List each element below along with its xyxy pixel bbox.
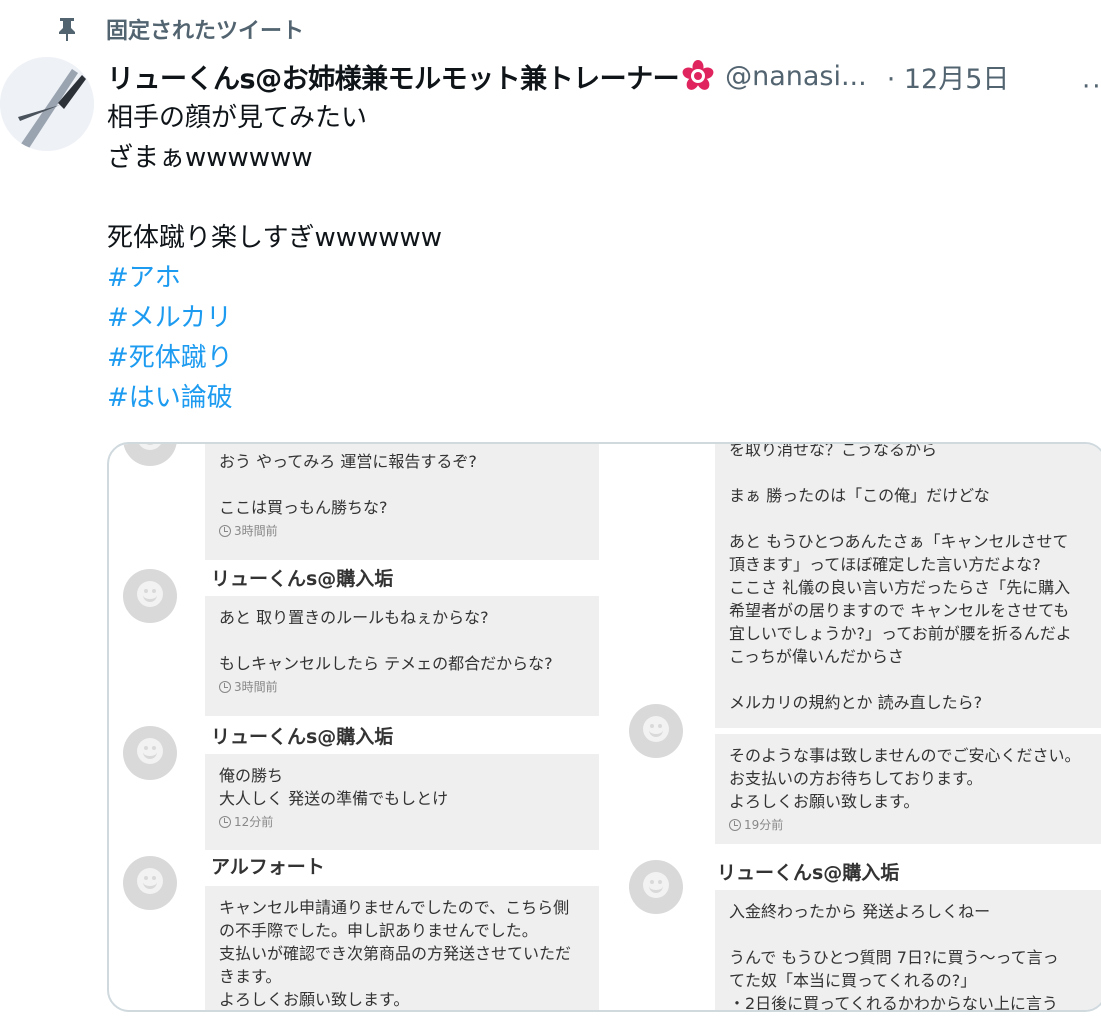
user-avatar (629, 860, 683, 914)
message-line: あと 取り置きのルールもねぇからな? (219, 608, 489, 627)
pinned-label: 固定されたツイート (106, 19, 305, 44)
user-avatar (123, 856, 177, 910)
message-line: おう やってみろ 運営に報告するぞ? (219, 452, 477, 471)
user-avatar (123, 444, 177, 466)
user-avatar (629, 704, 683, 758)
hashtag-link[interactable]: #アホ (107, 263, 181, 293)
message-line: お支払いの方お待ちしております。 (729, 769, 983, 788)
message-bubble: 入金終わったから 発送よろしくねー うんで もうひとつ質問 7日?に買う〜って言… (715, 890, 1101, 1012)
message-bubble: あと 取り置きのルールもねぇからな? もしキャンセルしたら テメェの都合だからな… (205, 596, 599, 716)
cherry-blossom-badge-icon (682, 60, 714, 90)
message-line: そのような事は致しませんのでご安心ください。 (729, 746, 1081, 765)
needle-icon (0, 57, 94, 151)
pin-icon (59, 18, 75, 41)
message-line: メルカリの規約とか 読み直したら? (729, 693, 983, 712)
message-time: 3時間前 (219, 677, 585, 697)
message-line: ここは買っもん勝ちな? (219, 498, 388, 517)
message-line: てた奴「本当に買ってくれるの?」 (729, 971, 977, 990)
message-line: よろしくお願い致します。 (729, 792, 920, 811)
text-line: ざまぁwwwwww (107, 143, 313, 173)
message-line: まぁ 勝ったのは「この俺」だけどな (729, 486, 990, 505)
message-line: ここさ 礼儀の良い言い方だったらさ「先に購入 (729, 578, 1071, 597)
message-time: 3時間前 (219, 521, 585, 541)
message-line: 支払いが確認でき次第商品の方発送させていただ (219, 944, 572, 963)
sender-name: リューくんs@購入垢 (717, 862, 900, 884)
message-line: こっちが偉いんだからさ (729, 647, 904, 666)
message-line: を取り消せな？こうなるから (729, 442, 938, 459)
user-avatar (123, 726, 177, 780)
message-line: きます。 (219, 967, 282, 986)
text-line (107, 178, 1087, 218)
clock-icon (219, 816, 231, 828)
text-line: 死体蹴り楽しすぎwwwwww (107, 223, 443, 253)
message-time: 19分前 (729, 815, 1095, 835)
avatar[interactable] (0, 57, 94, 151)
hashtag-link[interactable]: #メルカリ (107, 303, 232, 333)
more-options-icon[interactable]: ·· (1082, 74, 1101, 100)
message-bubble: そのような事は致しませんのでご安心ください。 お支払いの方お待ちしております。 … (715, 734, 1101, 844)
sender-name: リューくんs@購入垢 (211, 568, 394, 590)
message-line: キャンセル申請通りませんでしたので、こちら側 (219, 898, 570, 917)
sender-name: アルフォート (211, 856, 325, 878)
hashtag-link[interactable]: #死体蹴り (107, 343, 233, 373)
message-line: 頂きます」ってほぼ確定した言い方だよな? (729, 555, 1041, 574)
tweet-text: 相手の顔が見てみたい ざまぁwwwwww 死体蹴り楽しすぎwwwwww #アホ … (107, 98, 1087, 418)
message-line: ・2日後に買ってくれるかわからない上に言う (729, 994, 1058, 1012)
chat-column-left: おう やってみろ 運営に報告するぞ? ここは買っもん勝ちな? 3時間前 リューく… (109, 444, 609, 1010)
hashtag-link[interactable]: #はい論破 (107, 383, 233, 413)
text-line: 相手の顔が見てみたい (107, 103, 368, 133)
user-avatar (123, 569, 177, 623)
message-line: 俺の勝ち (219, 766, 284, 785)
tweet-header: リューくんs@お姉様兼モルモット兼トレーナー @nanasi... · 12月5… (107, 56, 1101, 96)
message-line: 大人しく 発送の準備でもしとけ (219, 789, 449, 808)
timestamp[interactable]: · 12月5日 (887, 57, 1010, 96)
attached-image[interactable]: おう やってみろ 運営に報告するぞ? ここは買っもん勝ちな? 3時間前 リューく… (107, 442, 1101, 1012)
message-line: よろしくお願い致します。 (219, 990, 410, 1009)
clock-icon (729, 819, 741, 831)
message-bubble: を取り消せな？こうなるから まぁ 勝ったのは「この俺」だけどな あと もうひとつ… (715, 442, 1101, 728)
pinned-indicator: 固定されたツイート (56, 14, 304, 44)
message-line: あと もうひとつあんたさぁ「キャンセルさせて (729, 532, 1069, 551)
handle[interactable]: @nanasi... (725, 61, 867, 92)
message-time: 12分前 (219, 812, 585, 832)
message-line: 宜しいでしょうか?」ってお前が腰を折るんだよ (729, 624, 1072, 643)
message-line: もしキャンセルしたら テメェの都合だからな? (219, 654, 553, 673)
message-line: うんで もうひとつ質問 7日?に買う〜って言っ (729, 948, 1059, 967)
clock-icon (219, 525, 231, 537)
message-line: の不手際でした。申し訳ありませんでした。 (219, 921, 538, 940)
chat-column-right: を取り消せな？こうなるから まぁ 勝ったのは「この俺」だけどな あと もうひとつ… (619, 444, 1101, 1010)
sender-name: リューくんs@購入垢 (211, 726, 394, 748)
message-bubble: おう やってみろ 運営に報告するぞ? ここは買っもん勝ちな? 3時間前 (205, 444, 599, 560)
message-line: 入金終わったから 発送よろしくねー (729, 902, 991, 921)
message-bubble: キャンセル申請通りませんでしたので、こちら側 の不手際でした。申し訳ありませんで… (205, 886, 599, 1010)
display-name[interactable]: リューくんs@お姉様兼モルモット兼トレーナー (107, 57, 680, 96)
message-bubble: 俺の勝ち 大人しく 発送の準備でもしとけ 12分前 (205, 754, 599, 850)
message-line: 希望者がの居りますので キャンセルをさせても (729, 601, 1070, 620)
clock-icon (219, 681, 231, 693)
